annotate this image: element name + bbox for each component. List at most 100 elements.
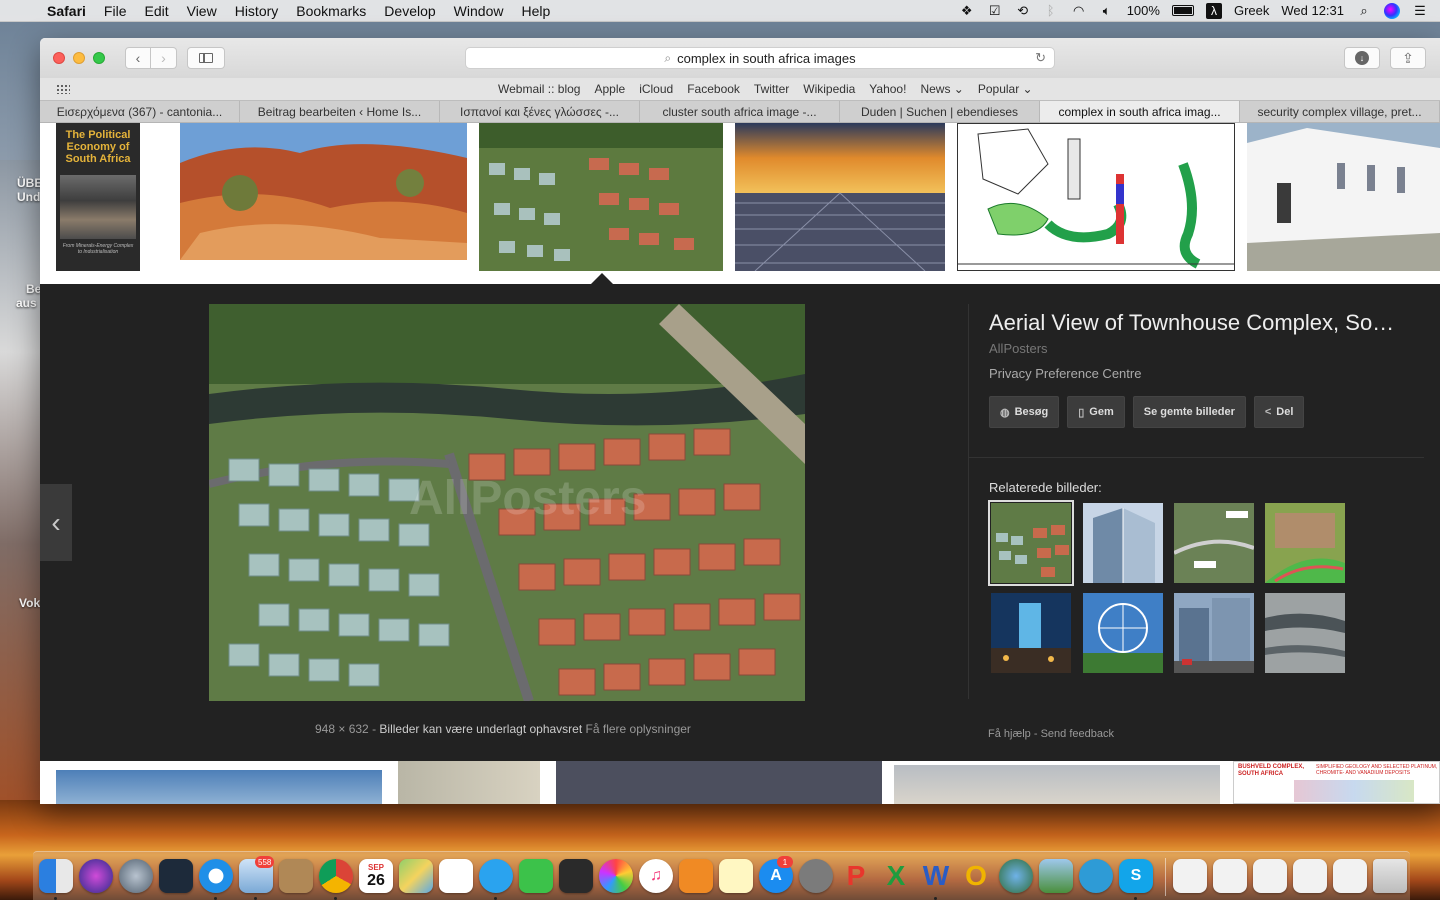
finder-icon[interactable] bbox=[39, 859, 73, 893]
document-stack-icon[interactable] bbox=[1293, 859, 1327, 893]
skype-icon[interactable]: S bbox=[1119, 859, 1153, 893]
photos-icon[interactable] bbox=[599, 859, 633, 893]
time-machine-icon[interactable]: ⟲ bbox=[1015, 3, 1031, 18]
save-button[interactable]: ▯ Gem bbox=[1067, 396, 1125, 428]
more-info-link[interactable]: Få flere oplysninger bbox=[586, 722, 691, 736]
system-preferences-icon[interactable] bbox=[799, 859, 833, 893]
tab-mail-inbox[interactable]: Εισερχόμενα (367) - cantonia... bbox=[40, 101, 240, 122]
related-image-garden-building[interactable] bbox=[1265, 503, 1345, 583]
result-thumbnail-townhouse-complex[interactable] bbox=[479, 123, 723, 271]
result-thumbnail-geology-map[interactable] bbox=[957, 123, 1235, 271]
photo-booth-icon[interactable] bbox=[559, 859, 593, 893]
trash-icon[interactable] bbox=[1373, 859, 1407, 893]
share-button[interactable]: ⇪ bbox=[1390, 47, 1426, 69]
chrome-icon[interactable] bbox=[319, 859, 353, 893]
menu-view[interactable]: View bbox=[178, 3, 226, 19]
tab-security-complex[interactable]: security complex village, pret... bbox=[1240, 101, 1440, 122]
notification-center-icon[interactable]: ☰ bbox=[1412, 3, 1428, 18]
image-page-title[interactable]: Privacy Preference Centre bbox=[989, 366, 1409, 381]
result-thumbnail-bushveld-map[interactable]: BUSHVELD COMPLEX, SOUTH AFRICA SIMPLIFIE… bbox=[1233, 761, 1440, 804]
volume-icon[interactable]: 🔈︎ bbox=[1099, 3, 1115, 18]
zoom-window-button[interactable] bbox=[93, 52, 105, 64]
outlook-icon[interactable]: O bbox=[959, 859, 993, 893]
dropbox-icon[interactable]: ❖ bbox=[959, 3, 975, 18]
related-image-rock-layers[interactable] bbox=[1265, 593, 1345, 673]
menu-window[interactable]: Window bbox=[445, 3, 513, 19]
mission-control-icon[interactable] bbox=[159, 859, 193, 893]
tab-spanish-languages[interactable]: Ισπανοί και ξένες γλώσσες -... bbox=[440, 101, 640, 122]
messages-icon[interactable] bbox=[479, 859, 513, 893]
result-thumbnail-sky[interactable] bbox=[56, 770, 382, 804]
result-thumbnail-red-rocks[interactable] bbox=[180, 123, 467, 260]
back-button[interactable]: ‹ bbox=[125, 47, 151, 69]
menu-clock[interactable]: Wed 12:31 bbox=[1281, 3, 1344, 18]
favorite-wikipedia[interactable]: Wikipedia bbox=[796, 82, 862, 96]
close-window-button[interactable] bbox=[53, 52, 65, 64]
favorite-popular-folder[interactable]: Popular ⌄ bbox=[971, 82, 1040, 96]
related-image-glass-buildings[interactable] bbox=[1174, 593, 1254, 673]
menu-edit[interactable]: Edit bbox=[135, 3, 177, 19]
favorite-webmail[interactable]: Webmail :: blog bbox=[491, 82, 587, 96]
launchpad-icon[interactable] bbox=[119, 859, 153, 893]
menu-history[interactable]: History bbox=[226, 3, 288, 19]
related-image-ferris-wheel[interactable] bbox=[1083, 593, 1163, 673]
result-thumbnail-residence[interactable] bbox=[398, 761, 540, 804]
siri-icon[interactable] bbox=[1384, 2, 1400, 19]
ibooks-icon[interactable] bbox=[679, 859, 713, 893]
result-thumbnail-hall[interactable] bbox=[556, 761, 882, 804]
image-title[interactable]: Aerial View of Townhouse Complex, So… bbox=[989, 310, 1409, 336]
notes-folder-icon[interactable] bbox=[279, 859, 313, 893]
document-stack-icon[interactable] bbox=[1253, 859, 1287, 893]
forward-button[interactable]: › bbox=[151, 47, 177, 69]
tab-duden[interactable]: Duden | Suchen | ebendieses bbox=[840, 101, 1040, 122]
globe-app-icon[interactable] bbox=[999, 859, 1033, 893]
preview-image[interactable]: AllPosters bbox=[209, 304, 805, 701]
word-icon[interactable]: W bbox=[919, 859, 953, 893]
safari-icon[interactable] bbox=[199, 859, 233, 893]
tab-complex-south-africa[interactable]: complex in south africa imag... bbox=[1040, 101, 1240, 122]
share-image-button[interactable]: < Del bbox=[1253, 396, 1305, 428]
favorite-yahoo[interactable]: Yahoo! bbox=[862, 82, 913, 96]
menu-file[interactable]: File bbox=[95, 3, 136, 19]
menu-develop[interactable]: Develop bbox=[375, 3, 444, 19]
spotlight-search-icon[interactable]: ⌕ bbox=[1356, 3, 1372, 18]
desktop-file-label[interactable]: Vok bbox=[19, 596, 40, 610]
desktop-file-label[interactable]: Be aus bbox=[16, 282, 41, 310]
favorite-apple[interactable]: Apple bbox=[587, 82, 632, 96]
result-thumbnail-white-building[interactable] bbox=[1247, 123, 1440, 271]
feedback-link[interactable]: Send feedback bbox=[1041, 728, 1114, 740]
stickies-icon[interactable] bbox=[719, 859, 753, 893]
excel-icon[interactable]: X bbox=[879, 859, 913, 893]
reminders-icon[interactable] bbox=[439, 859, 473, 893]
related-image-night-tower[interactable] bbox=[991, 593, 1071, 673]
sidebar-toggle-button[interactable] bbox=[187, 47, 225, 69]
menu-app-name[interactable]: Safari bbox=[38, 3, 95, 19]
bluetooth-icon[interactable]: ᛒ bbox=[1043, 3, 1059, 18]
powerpoint-icon[interactable]: P bbox=[839, 859, 873, 893]
downloads-button[interactable]: ↓ bbox=[1344, 47, 1380, 69]
visit-button[interactable]: ◍ Besøg bbox=[989, 396, 1060, 428]
tab-edit-post[interactable]: Beitrag bearbeiten ‹ Home Is... bbox=[240, 101, 440, 122]
favorite-icloud[interactable]: iCloud bbox=[632, 82, 680, 96]
document-stack-icon[interactable] bbox=[1173, 859, 1207, 893]
contacts-icon[interactable] bbox=[1079, 859, 1113, 893]
battery-icon[interactable] bbox=[1171, 5, 1194, 16]
previous-image-button[interactable]: ‹ bbox=[40, 484, 72, 561]
result-thumbnail-stadium[interactable] bbox=[894, 765, 1220, 804]
tab-cluster-south-africa[interactable]: cluster south africa image -... bbox=[640, 101, 840, 122]
maps-icon[interactable] bbox=[399, 859, 433, 893]
related-image-townhouses[interactable] bbox=[988, 500, 1074, 586]
menu-bookmarks[interactable]: Bookmarks bbox=[287, 3, 375, 19]
minimize-window-button[interactable] bbox=[73, 52, 85, 64]
address-bar[interactable]: ⌕ complex in south africa images ↻ bbox=[465, 47, 1055, 69]
result-thumbnail-book[interactable]: The Political Economy of South Africa Fr… bbox=[56, 123, 140, 271]
show-favorites-grid-icon[interactable] bbox=[56, 84, 70, 94]
favorite-twitter[interactable]: Twitter bbox=[747, 82, 796, 96]
task-check-icon[interactable]: ☑ bbox=[987, 3, 1003, 18]
wifi-icon[interactable]: ◠ bbox=[1071, 3, 1087, 18]
help-link[interactable]: Få hjælp bbox=[988, 728, 1031, 740]
input-source-label[interactable]: Greek bbox=[1234, 3, 1269, 18]
battery-percent[interactable]: 100% bbox=[1127, 3, 1160, 18]
menu-help[interactable]: Help bbox=[512, 3, 559, 19]
input-source-icon[interactable]: λ bbox=[1205, 2, 1222, 19]
